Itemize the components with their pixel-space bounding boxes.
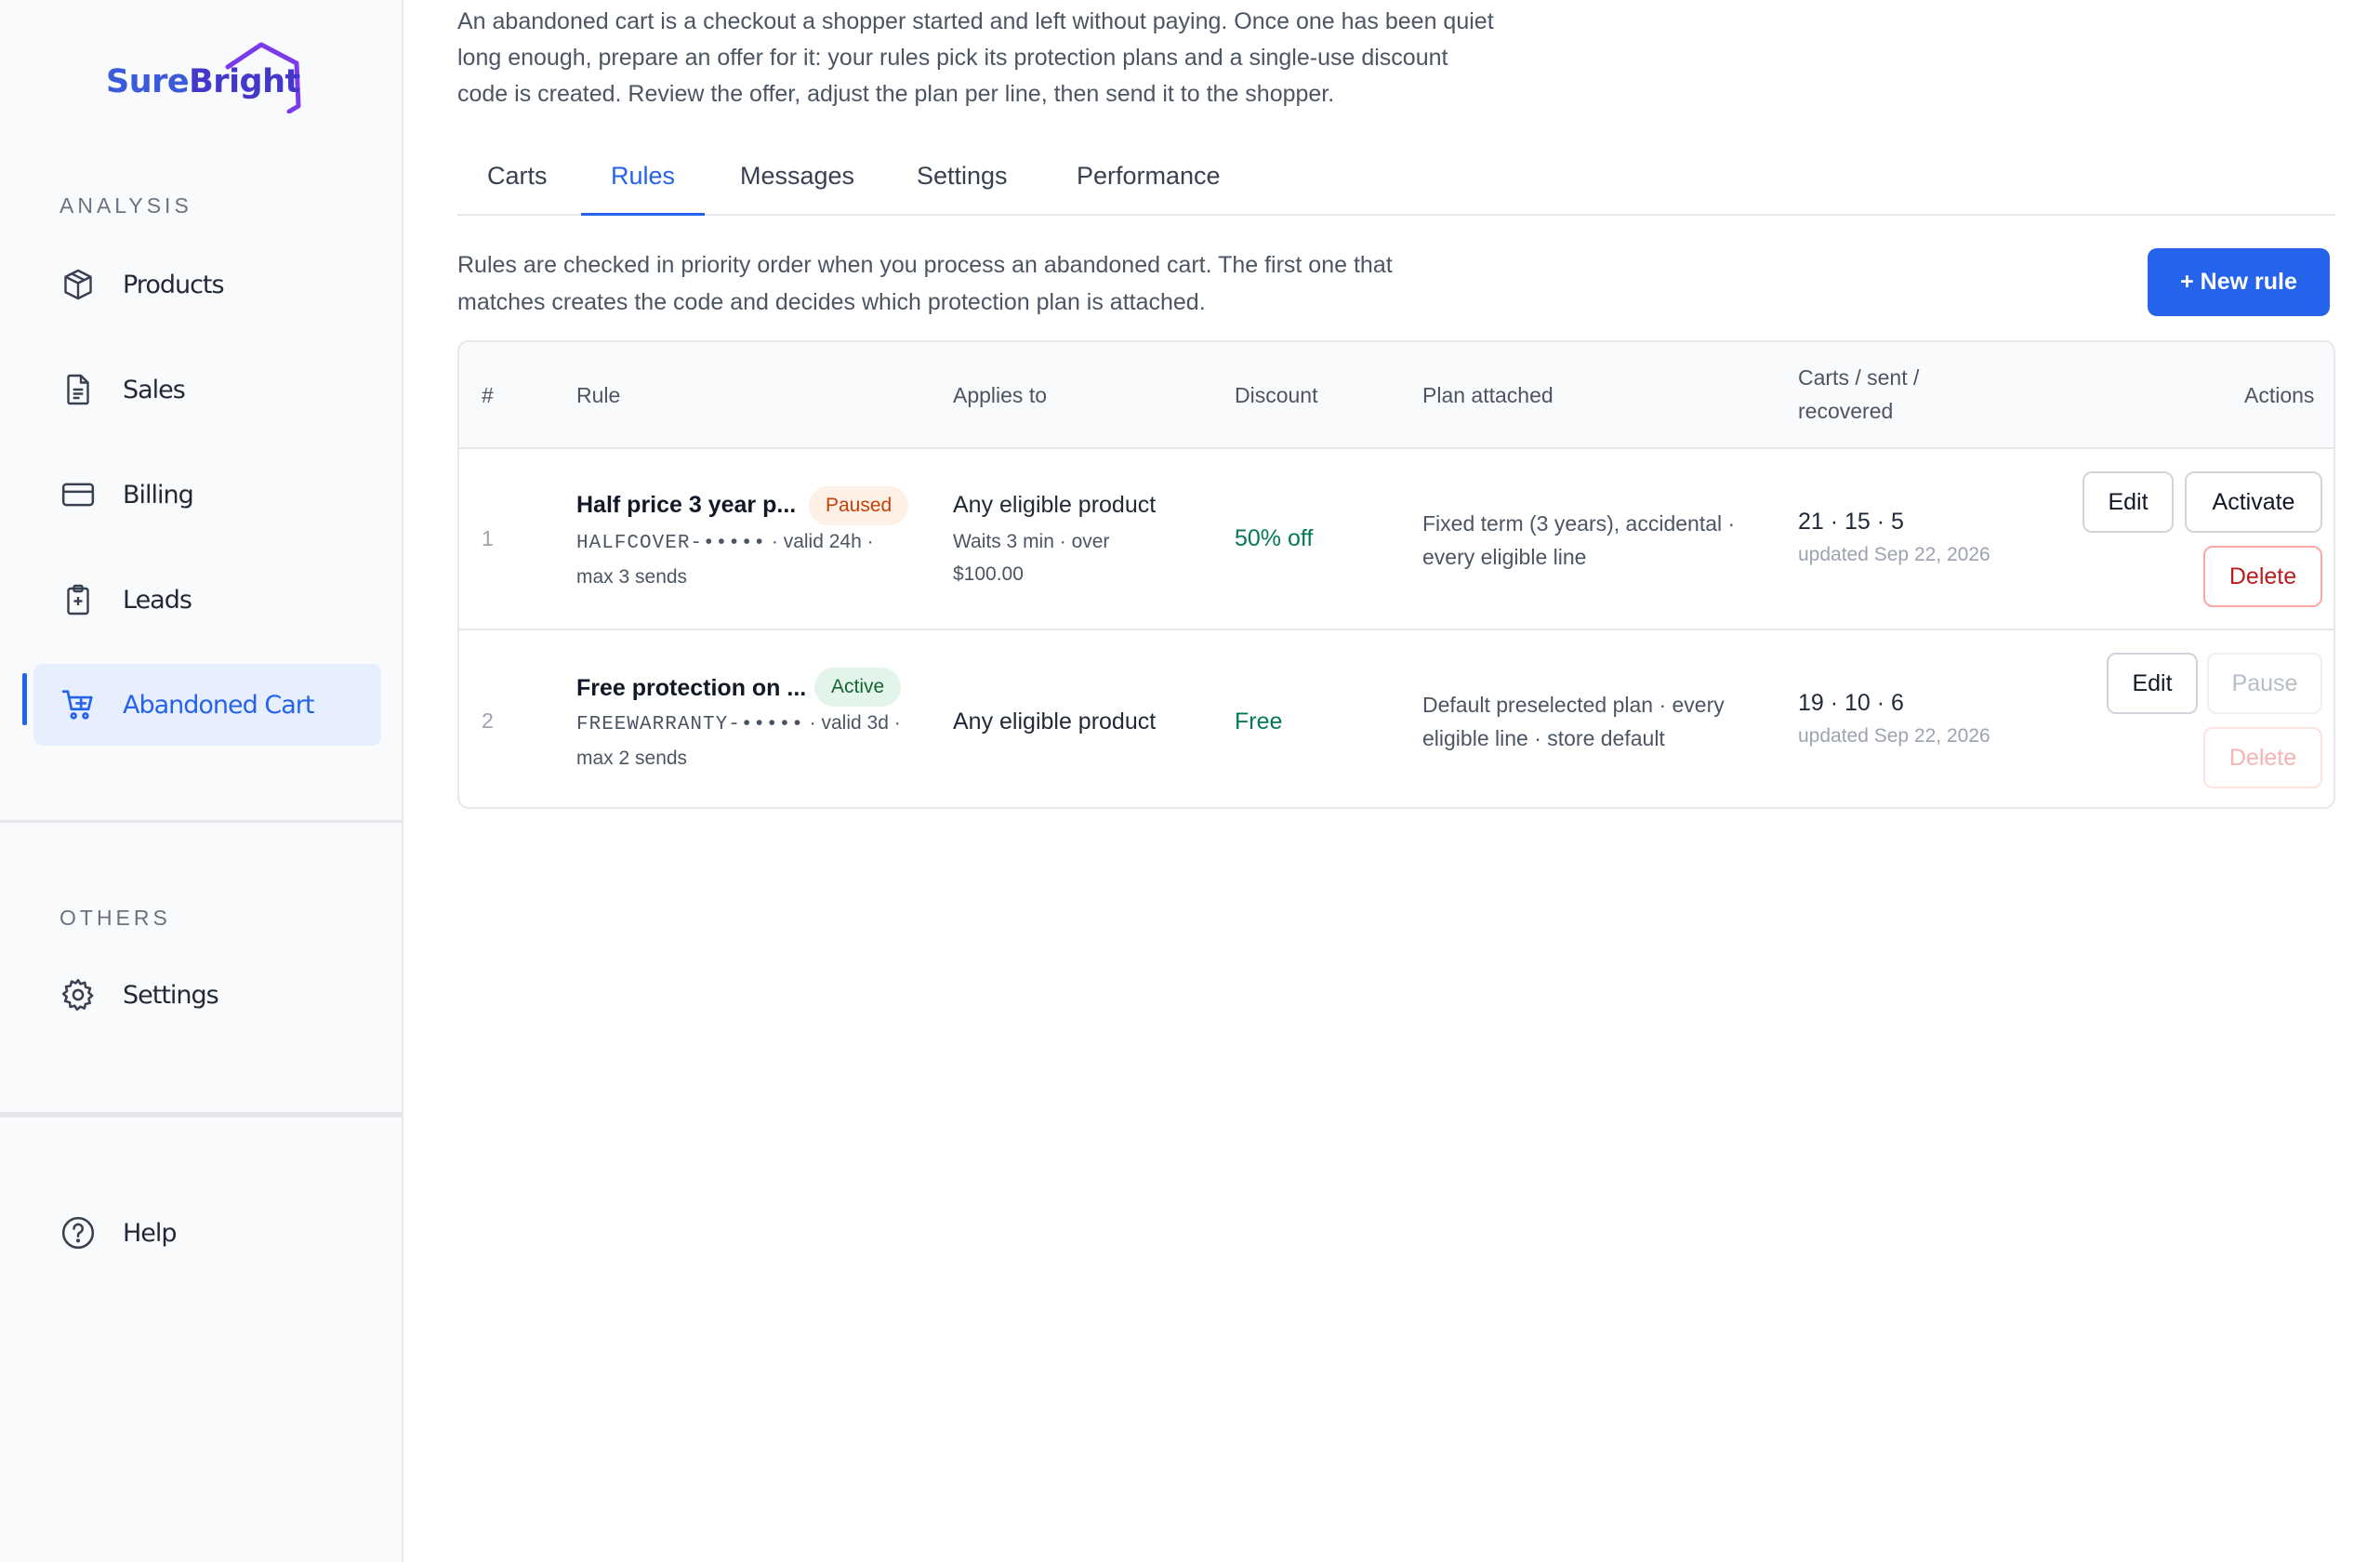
edit-rule-button[interactable]: Edit (2107, 653, 2198, 714)
delete-rule-button[interactable]: Delete (2203, 546, 2322, 607)
activate-rule-button[interactable]: Activate (2185, 471, 2322, 533)
sidebar-item-label: Help (123, 1218, 178, 1248)
rule-name[interactable]: Half price 3 year p... (576, 492, 796, 519)
tab-settings[interactable]: Settings (887, 162, 1038, 216)
column-header-rule: Rule (576, 383, 621, 407)
section-label-others: OTHERS (60, 906, 171, 930)
credit-card-icon (60, 476, 97, 513)
column-header-plan: Plan attached (1422, 383, 1554, 407)
discount-value: 50% off (1235, 525, 1314, 551)
pause-rule-button[interactable]: Pause (2207, 653, 2322, 714)
new-rule-button[interactable]: + New rule (2148, 248, 2330, 316)
delete-rule-button[interactable]: Delete (2203, 727, 2322, 788)
sidebar-item-label: Billing (123, 480, 194, 510)
abandoned-cart-intro: An abandoned cart is a checkout a shoppe… (457, 8, 1494, 107)
rules-description: Rules are checked in priority order when… (457, 252, 1393, 315)
sidebar-item-label: Sales (123, 375, 186, 404)
rule-counts: 19 · 10 · 6 (1798, 690, 1904, 716)
rule-counts: 21 · 15 · 5 (1798, 509, 1904, 535)
column-header-counts: Carts / sent / recovered (1798, 365, 1920, 423)
sidebar-divider (0, 820, 403, 823)
cart-icon (60, 686, 97, 723)
sidebar-item-label: Settings (123, 980, 219, 1010)
rule-index: 2 (482, 708, 494, 733)
edit-rule-button[interactable]: Edit (2082, 471, 2174, 533)
discount-code-info: HALFCOVER-••••• · valid 24h · max 3 send… (576, 531, 874, 588)
discount-code-info: FREEWARRANTY-••••• · valid 3d · max 2 se… (576, 712, 901, 769)
plan-attached: Default preselected plan · every eligibl… (1422, 693, 1725, 750)
tab-bar: Carts Rules Messages Settings Performanc… (457, 149, 2335, 216)
sidebar-item-settings[interactable]: Settings (33, 954, 381, 1036)
question-icon (60, 1214, 97, 1251)
status-badge: Paused (809, 486, 909, 525)
sidebar-item-sales[interactable]: Sales (33, 349, 381, 430)
column-header-index: # (482, 383, 494, 407)
tab-performance[interactable]: Performance (1047, 162, 1250, 216)
sidebar-item-help[interactable]: Help (33, 1192, 381, 1274)
section-label-analysis: ANALYSIS (60, 193, 192, 218)
sidebar-item-label: Abandoned Cart (123, 690, 314, 720)
rule-index: 1 (482, 526, 494, 550)
applies-to-conditions: Waits 3 min · over $100.00 (953, 531, 1110, 585)
sidebar-item-label: Leads (123, 585, 192, 615)
rules-table: # Rule Applies to Discount Plan attached… (457, 340, 2335, 809)
status-badge: Active (814, 668, 902, 707)
tab-messages[interactable]: Messages (710, 162, 884, 216)
updated-date: updated Sep 22, 2026 (1798, 544, 1990, 565)
sidebar-item-products[interactable]: Products (33, 244, 381, 325)
logo-text: SureBright (106, 63, 300, 100)
clipboard-plus-icon (60, 581, 97, 618)
sidebar-divider-thick (0, 1112, 403, 1118)
document-icon (60, 371, 97, 408)
table-row: 2 Free protection on ... Active FREEWARR… (459, 629, 2334, 807)
sidebar: SureBright ANALYSIS Products Sales Billi… (0, 0, 403, 1562)
table-header: # Rule Applies to Discount Plan attached… (459, 342, 2334, 449)
applies-to: Any eligible product (953, 708, 1157, 735)
gear-icon (60, 976, 97, 1013)
sidebar-item-leads[interactable]: Leads (33, 559, 381, 641)
table-row: 1 Half price 3 year p... Paused HALFCOVE… (459, 449, 2334, 629)
column-header-actions: Actions (2244, 383, 2315, 407)
tab-rules[interactable]: Rules (581, 162, 706, 216)
discount-value: Free (1235, 708, 1283, 735)
tab-carts[interactable]: Carts (457, 162, 577, 216)
plan-attached: Fixed term (3 years), accidental · every… (1422, 511, 1736, 569)
active-nav-indicator (22, 673, 27, 725)
column-header-applies-to: Applies to (953, 383, 1048, 407)
updated-date: updated Sep 22, 2026 (1798, 725, 1990, 747)
rule-name[interactable]: Free protection on ... (576, 675, 806, 702)
package-icon (60, 266, 97, 303)
applies-to: Any eligible product (953, 492, 1157, 518)
surebright-logo[interactable]: SureBright (106, 41, 303, 113)
sidebar-item-billing[interactable]: Billing (33, 454, 381, 536)
sidebar-item-label: Products (123, 270, 225, 299)
column-header-discount: Discount (1235, 383, 1318, 407)
sidebar-item-abandoned-cart[interactable]: Abandoned Cart (33, 664, 381, 746)
